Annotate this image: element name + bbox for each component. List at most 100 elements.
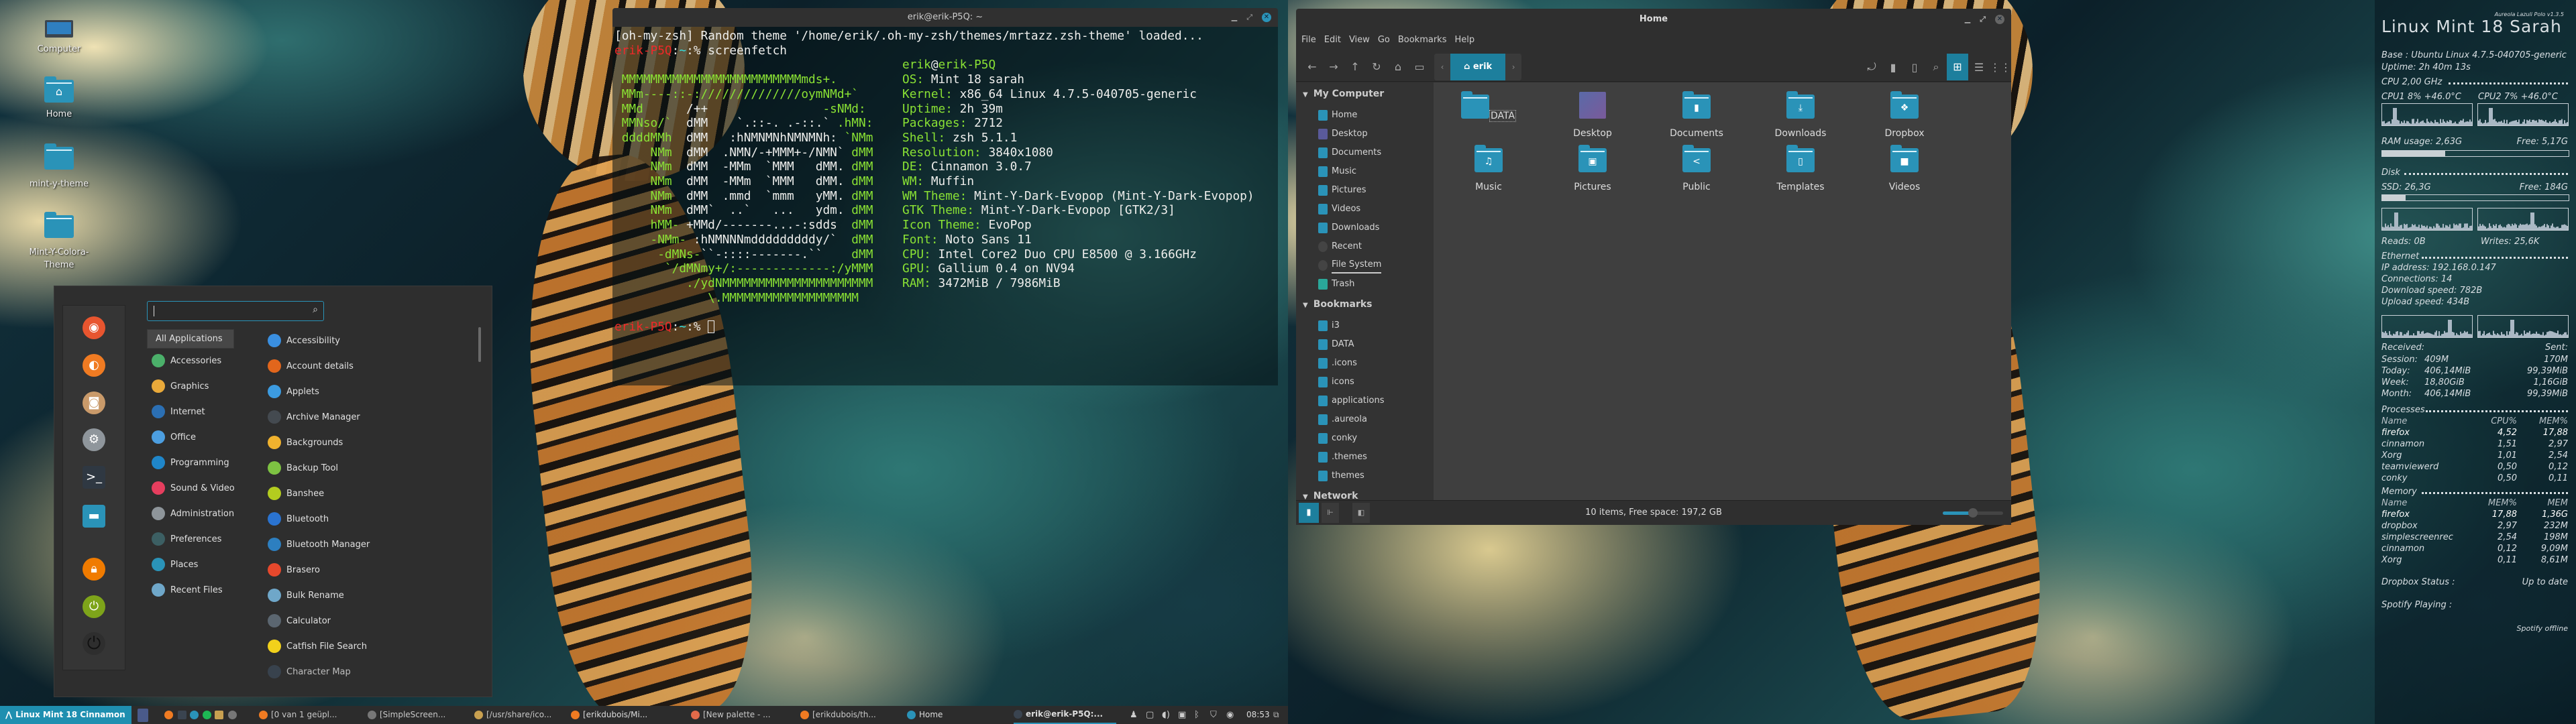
window-button-7[interactable]: Home bbox=[907, 706, 943, 724]
file-item-dropbox[interactable]: ❖ Dropbox bbox=[1861, 91, 1948, 139]
file-item-documents[interactable]: ▮ Documents bbox=[1653, 91, 1740, 139]
favorite-rainbow-button[interactable]: ◉ bbox=[83, 316, 105, 339]
favorite-terminal-button[interactable]: >_ bbox=[83, 466, 105, 489]
fm-titlebar[interactable]: Home ▁ ⤢ ✕ bbox=[1296, 9, 2011, 30]
window-button-4[interactable]: [erikdubois/Mi... bbox=[571, 706, 647, 724]
clock[interactable]: 08:53 bbox=[1246, 706, 1270, 724]
bookmark-applications[interactable]: applications bbox=[1318, 394, 1384, 408]
category-recent-files[interactable]: Recent Files bbox=[152, 582, 223, 598]
desktop-icon-home[interactable]: ⌂ Home bbox=[15, 76, 103, 121]
sidebar-item-recent[interactable]: Recent bbox=[1318, 239, 1362, 254]
shield-icon[interactable]: ⛉ bbox=[1210, 706, 1217, 724]
volume-icon[interactable]: ◖) bbox=[1162, 706, 1170, 724]
bookmark-themes[interactable]: .themes bbox=[1318, 450, 1367, 465]
close-icon[interactable]: ✕ bbox=[1995, 15, 2004, 24]
up-icon[interactable]: ↑ bbox=[1344, 60, 1366, 73]
category-sound-video[interactable]: Sound & Video bbox=[152, 480, 235, 496]
home-icon[interactable]: ⌂ bbox=[1387, 60, 1409, 73]
path-crumb-home[interactable]: ⌂ erik bbox=[1450, 53, 1506, 80]
menu-bookmarks[interactable]: Bookmarks bbox=[1398, 35, 1447, 45]
section-computer[interactable]: ▼ My Computer bbox=[1303, 88, 1384, 99]
search-icon[interactable]: ⌕ bbox=[1925, 60, 1947, 74]
terminal-prompt[interactable]: erik-P5Q:~:% bbox=[614, 320, 715, 335]
launcher-show-desktop[interactable] bbox=[138, 706, 148, 724]
reload-icon[interactable]: ↻ bbox=[1366, 60, 1387, 73]
menu-button[interactable]: ⋀ Linux Mint 18 Cinnamon bbox=[0, 706, 131, 724]
sidebar-item-trash[interactable]: Trash bbox=[1318, 277, 1354, 292]
window-button-8[interactable]: erik@erik-P5Q:... bbox=[1014, 706, 1116, 724]
fm-icon-view[interactable]: DATA Desktop ▮ Documents ⤓ Downloads ❖ Dropbox ♫… bbox=[1434, 82, 2011, 500]
desktop-icon-mint-y-colora-theme[interactable]: Mint-Y-Colora-Theme bbox=[15, 211, 103, 272]
favorite-logout-button[interactable]: ⏻ bbox=[83, 595, 105, 618]
launcher-spotify[interactable] bbox=[203, 706, 211, 724]
app-calculator[interactable]: Calculator bbox=[268, 613, 331, 629]
desktop-icon-mint-y-theme[interactable]: mint-y-theme bbox=[15, 143, 103, 190]
window-button-1[interactable]: [0 van 1 geüpl... bbox=[259, 706, 337, 724]
bookmark-aureola[interactable]: .aureola bbox=[1318, 412, 1367, 427]
sidebar-item-documents[interactable]: Documents bbox=[1318, 145, 1381, 160]
maximize-icon[interactable]: ⤢ bbox=[1246, 8, 1252, 27]
app-accessibility[interactable]: Accessibility bbox=[268, 333, 340, 349]
menu-search-input[interactable]: ⌕ bbox=[147, 301, 324, 321]
file-item-videos[interactable]: ■ Videos bbox=[1861, 145, 1948, 192]
icon-view-icon[interactable]: ⊞ bbox=[1947, 54, 1968, 80]
bluetooth-icon[interactable]: ᛒ bbox=[1194, 706, 1199, 724]
menu-scrollbar[interactable] bbox=[478, 327, 481, 362]
menu-edit[interactable]: Edit bbox=[1324, 35, 1341, 45]
launcher-files[interactable] bbox=[190, 706, 199, 724]
sidebar-item-home[interactable]: Home bbox=[1318, 108, 1357, 123]
app-backgrounds[interactable]: Backgrounds bbox=[268, 434, 343, 450]
favorite-power-button[interactable]: ⏻ bbox=[83, 632, 105, 655]
file-item-music[interactable]: ♫ Music bbox=[1445, 145, 1532, 192]
image-icon[interactable]: ▣ bbox=[1178, 706, 1186, 724]
zoom-slider[interactable] bbox=[1943, 508, 2003, 518]
favorite-lock-button[interactable]: 🔒︎ bbox=[83, 558, 105, 581]
toggle-location-icon[interactable]: ⤾ bbox=[1861, 60, 1882, 74]
launcher-sublime[interactable] bbox=[215, 706, 223, 724]
menu-view[interactable]: View bbox=[1349, 35, 1370, 45]
category-all-applications[interactable]: All Applications bbox=[147, 329, 234, 349]
file-item-desktop[interactable]: Desktop bbox=[1549, 92, 1636, 139]
maximize-icon[interactable]: ⤢ bbox=[1980, 9, 1986, 30]
menu-file[interactable]: File bbox=[1301, 35, 1316, 45]
bookmark-conky[interactable]: conky bbox=[1318, 431, 1357, 446]
app-bulk-rename[interactable]: Bulk Rename bbox=[268, 587, 344, 603]
sidebar-item-music[interactable]: Music bbox=[1318, 164, 1356, 179]
terminal-window[interactable]: erik@erik-P5Q: ~ ▁ ⤢ ✕ [oh-my-zsh] Random … bbox=[612, 8, 1278, 385]
sidebar-item-downloads[interactable]: Downloads bbox=[1318, 221, 1379, 235]
bookmark-i3[interactable]: i3 bbox=[1318, 318, 1340, 333]
list-view-icon[interactable]: ☰ bbox=[1968, 61, 1990, 74]
app-account-details[interactable]: Account details bbox=[268, 358, 354, 374]
section-bookmarks[interactable]: ▼ Bookmarks bbox=[1303, 299, 1373, 310]
bookmark-icons[interactable]: .icons bbox=[1318, 356, 1357, 371]
bookmark-themes[interactable]: themes bbox=[1318, 469, 1364, 483]
app-bluetooth-manager[interactable]: Bluetooth Manager bbox=[268, 536, 370, 552]
app-brasero[interactable]: Brasero bbox=[268, 562, 320, 578]
computer-icon[interactable]: ▭ bbox=[1409, 60, 1430, 73]
bookmark-data[interactable]: DATA bbox=[1318, 337, 1354, 352]
path-left-icon[interactable]: ‹ bbox=[1434, 62, 1450, 72]
back-icon[interactable]: ← bbox=[1301, 60, 1323, 73]
file-item-templates[interactable]: ▯ Templates bbox=[1757, 145, 1844, 192]
minimize-icon[interactable]: ▁ bbox=[1232, 8, 1237, 27]
launcher-firefox[interactable] bbox=[164, 706, 173, 724]
app-backup-tool[interactable]: Backup Tool bbox=[268, 460, 338, 476]
category-programming[interactable]: Programming bbox=[152, 455, 229, 471]
sidebar-item-pictures[interactable]: Pictures bbox=[1318, 183, 1366, 198]
minimize-icon[interactable]: ▁ bbox=[1965, 9, 1970, 30]
desktop-icon-computer[interactable]: Computer bbox=[15, 20, 103, 56]
sidebar-item-desktop[interactable]: Desktop bbox=[1318, 127, 1368, 141]
favorite-settings-button[interactable]: ⚙ bbox=[83, 428, 105, 451]
favorite-firefox-button[interactable]: ◐ bbox=[83, 354, 105, 377]
open-terminal-icon[interactable]: ▮ bbox=[1882, 61, 1904, 74]
file-item-pictures[interactable]: ▣ Pictures bbox=[1549, 145, 1636, 192]
terminal-body[interactable]: [oh-my-zsh] Random theme '/home/erik/.oh… bbox=[612, 27, 1278, 385]
app-archive-manager[interactable]: Archive Manager bbox=[268, 409, 360, 425]
app-banshee[interactable]: Banshee bbox=[268, 485, 324, 501]
launcher-terminal[interactable] bbox=[178, 706, 186, 724]
file-manager-window[interactable]: Home ▁ ⤢ ✕ File Edit View Go Bookmarks Help ← →… bbox=[1296, 9, 2011, 525]
zoom-slider-handle[interactable] bbox=[1968, 508, 1978, 518]
bookmark-icons[interactable]: icons bbox=[1318, 375, 1354, 389]
category-preferences[interactable]: Preferences bbox=[152, 531, 221, 547]
forward-icon[interactable]: → bbox=[1323, 60, 1344, 73]
